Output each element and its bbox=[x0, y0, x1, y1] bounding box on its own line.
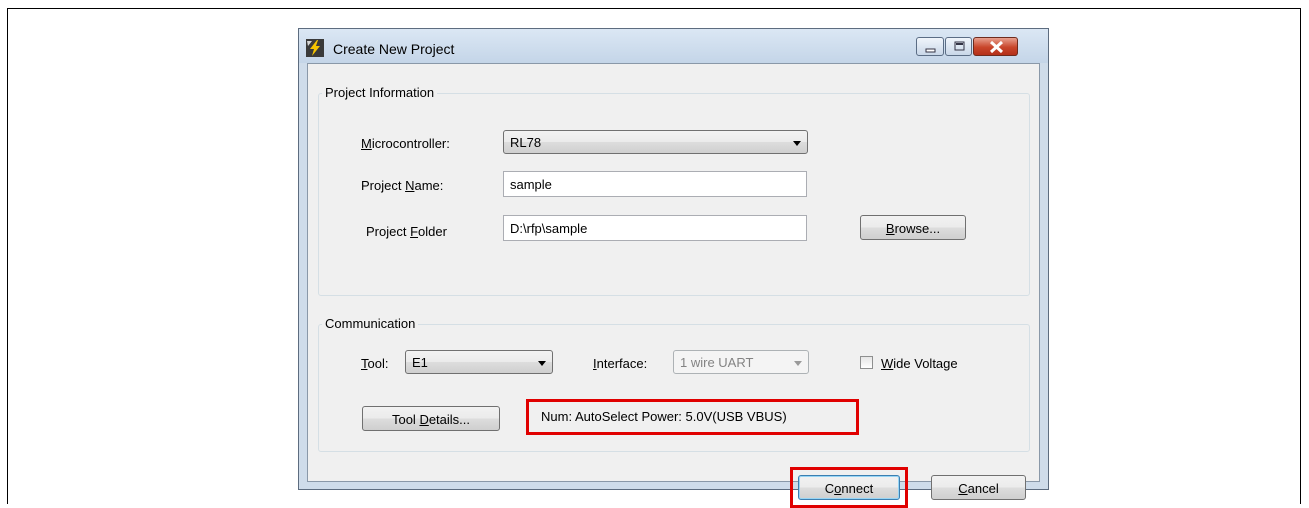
tool-details-button[interactable]: Tool Details... bbox=[362, 406, 500, 431]
cancel-button[interactable]: Cancel bbox=[931, 475, 1026, 500]
project-name-label: Project Name: bbox=[361, 178, 444, 193]
window-title: Create New Project bbox=[333, 41, 455, 57]
create-new-project-dialog: Create New Project Project Information M… bbox=[298, 28, 1049, 508]
tool-select[interactable]: E1 bbox=[405, 350, 553, 374]
maximize-icon bbox=[954, 41, 965, 51]
chevron-down-icon bbox=[794, 361, 802, 366]
chevron-down-icon bbox=[793, 141, 801, 146]
title-bar[interactable]: Create New Project bbox=[299, 29, 1048, 63]
project-name-input[interactable]: sample bbox=[503, 171, 807, 197]
minimize-button[interactable] bbox=[916, 37, 944, 56]
communication-legend: Communication bbox=[322, 316, 419, 331]
app-logo-icon bbox=[306, 39, 324, 57]
microcontroller-value: RL78 bbox=[510, 135, 542, 150]
project-folder-input[interactable]: D:\rfp\sample bbox=[503, 215, 807, 241]
maximize-button[interactable] bbox=[945, 37, 972, 56]
connect-button[interactable]: Connect bbox=[798, 475, 900, 500]
connection-status-text: Num: AutoSelect Power: 5.0V(USB VBUS) bbox=[541, 409, 787, 424]
interface-select[interactable]: 1 wire UART bbox=[673, 350, 809, 374]
minimize-icon bbox=[925, 48, 936, 53]
tool-label: Tool: bbox=[361, 356, 389, 371]
dialog-client-area: Project Information Microcontroller: RL7… bbox=[307, 63, 1040, 508]
interface-value: 1 wire UART bbox=[680, 355, 754, 370]
browse-button[interactable]: Browse... bbox=[860, 215, 966, 240]
microcontroller-select[interactable]: RL78 bbox=[503, 130, 808, 154]
microcontroller-label: Microcontroller: bbox=[361, 136, 450, 151]
interface-label: Interface: bbox=[593, 356, 648, 371]
project-information-legend: Project Information bbox=[322, 85, 438, 100]
close-button[interactable] bbox=[973, 37, 1018, 56]
project-folder-label: Project Folder bbox=[366, 224, 447, 239]
wide-voltage-label[interactable]: Wide Voltage bbox=[881, 356, 958, 371]
wide-voltage-checkbox[interactable] bbox=[860, 356, 873, 369]
close-icon bbox=[989, 40, 1004, 54]
tool-value: E1 bbox=[412, 355, 428, 370]
chevron-down-icon bbox=[538, 361, 546, 366]
